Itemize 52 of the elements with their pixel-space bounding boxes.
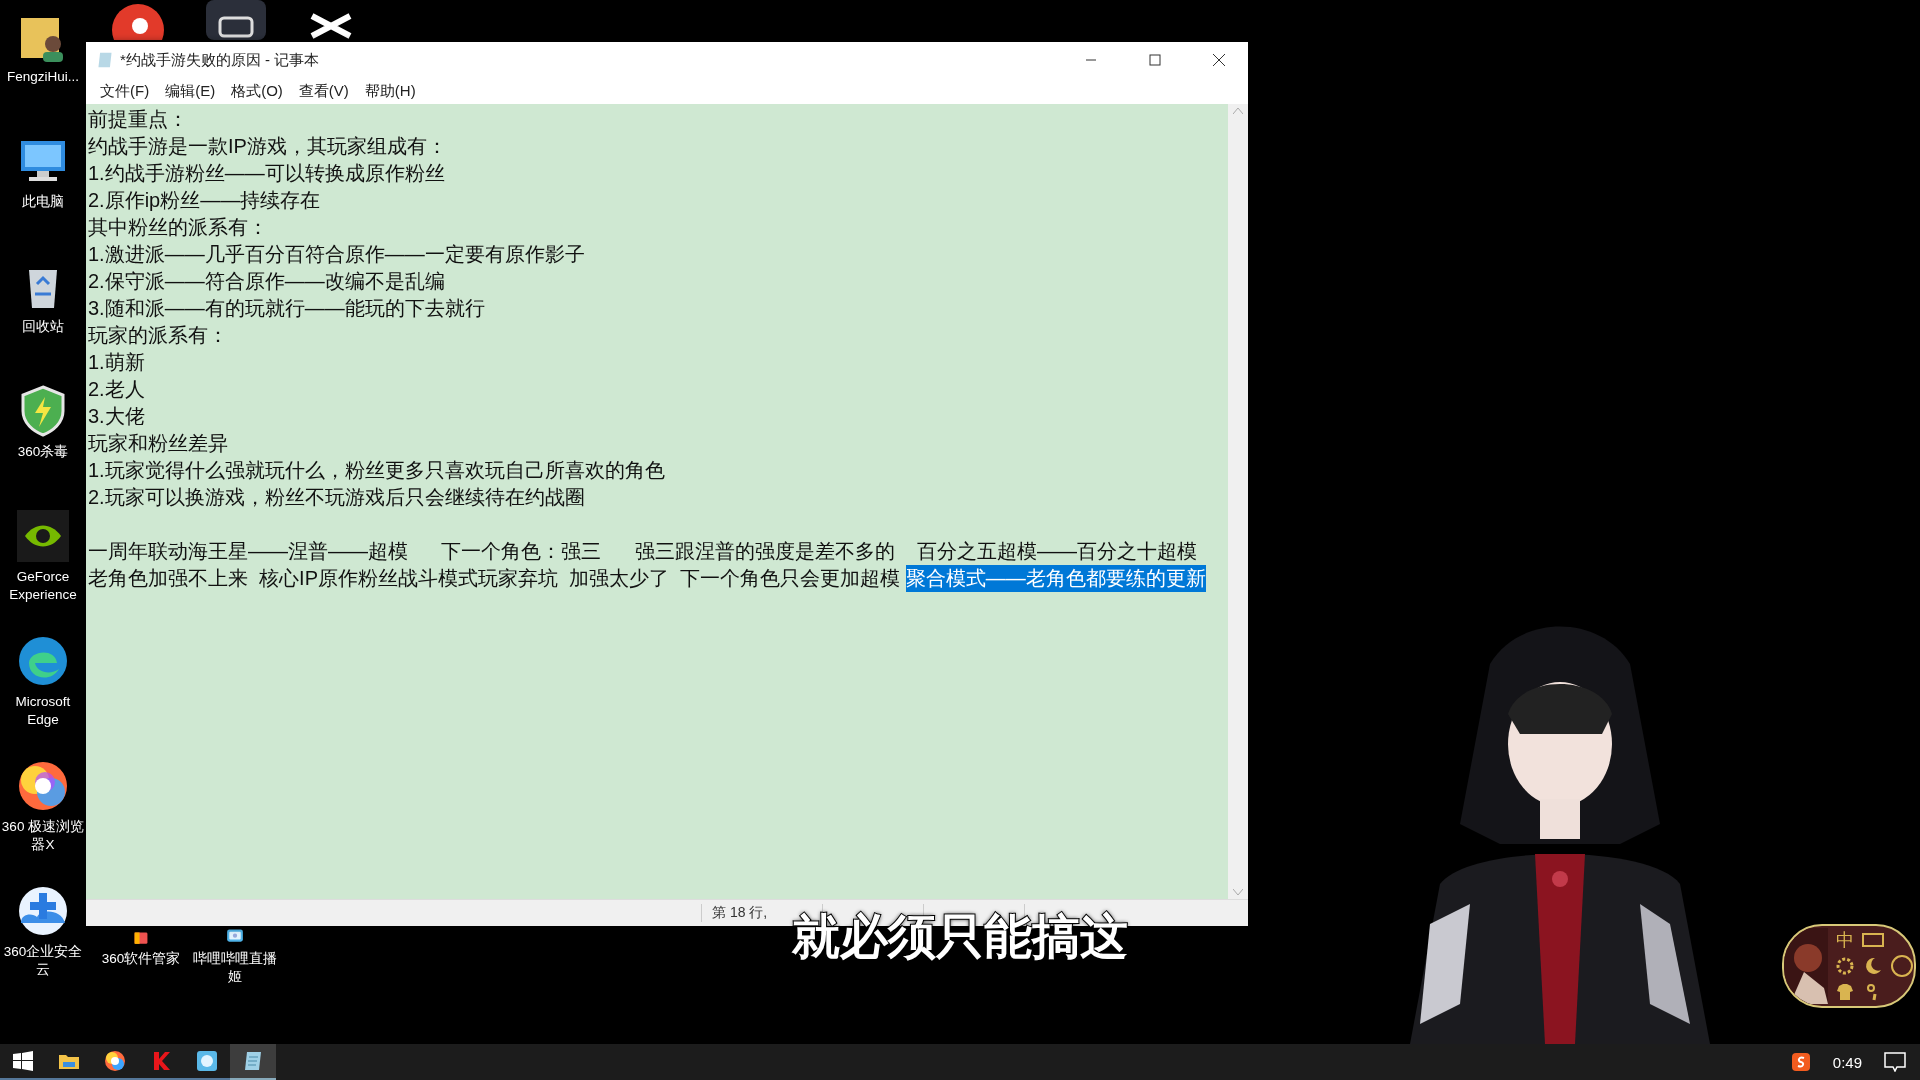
- desktop-icon-label[interactable]: 360杀毒: [17, 443, 69, 461]
- gear-icon[interactable]: [1835, 956, 1855, 976]
- desktop-icon-label[interactable]: Microsoft Edge: [1, 693, 85, 729]
- text-line: 老角色加强不上来 核心IP原作粉丝战斗模式玩家弃坑 加强太少了 下一个角色只会更加超模: [88, 566, 902, 591]
- selected-text: 聚合模式——老角色都要练的更新: [905, 565, 1206, 592]
- text-line: 一周年联动海王星——涅普——超模 下一个角色：强三 强三跟涅普的强度是差不多的 百分之五超模——百分之十超模: [88, 539, 1197, 564]
- eye-logo-icon: [15, 508, 71, 564]
- ime-toolbar[interactable]: 中: [1782, 924, 1916, 1008]
- windows-logo-icon: [12, 1050, 34, 1072]
- desktop-icon-label[interactable]: 此电脑: [22, 193, 64, 211]
- text-line: 1.萌新: [88, 350, 145, 375]
- text-line: 2.保守派——符合原作——改编不是乱编: [88, 269, 445, 294]
- text-line: 其中粉丝的派系有：: [88, 215, 268, 240]
- sogou-tray-icon[interactable]: [1790, 1052, 1811, 1072]
- menu-item[interactable]: 帮助(H): [356, 79, 424, 103]
- desktop-icon-label[interactable]: FengziHui...: [7, 68, 79, 86]
- maximize-icon: [1149, 54, 1161, 66]
- menu-item[interactable]: 格式(O): [223, 79, 291, 103]
- text-line: 3.大佬: [88, 404, 145, 429]
- window-title: *约战手游失败的原因 - 记事本: [120, 50, 321, 70]
- notepad-icon: [242, 1050, 264, 1072]
- close-icon: [1212, 53, 1226, 67]
- ime-mode-label[interactable]: 中: [1836, 928, 1854, 952]
- text-line: 约战手游是一款IP游戏，其玩家组成有：: [88, 134, 447, 159]
- text-line: 2.原作ip粉丝——持续存在: [88, 188, 321, 213]
- desktop-icon-label[interactable]: 360企业安全云: [1, 943, 85, 979]
- text-line: 前提重点：: [88, 107, 188, 132]
- desktop-icon-label[interactable]: 360软件管家: [101, 950, 181, 968]
- notepad-icon: [96, 51, 114, 69]
- moon-icon[interactable]: [1863, 956, 1883, 976]
- desktop-icon-label[interactable]: 哔哩哔哩直播姬: [193, 950, 277, 986]
- desktop-icon-label[interactable]: GeForce Experience: [1, 568, 85, 604]
- keyboard-icon[interactable]: [1862, 932, 1884, 948]
- shirt-icon[interactable]: [1835, 982, 1855, 1002]
- text-line: 2.玩家可以换游戏，粉丝不玩游戏后只会继续待在约战圈: [88, 485, 585, 510]
- menu-item[interactable]: 编辑(E): [157, 79, 224, 103]
- desktop-icon-label[interactable]: 回收站: [22, 318, 64, 336]
- tv-icon: [206, 0, 266, 40]
- text-line: 2.老人: [88, 377, 145, 402]
- clock[interactable]: 0:49: [1832, 1053, 1862, 1071]
- text-line: 3.随和派——有的玩就行——能玩的下去就行: [88, 296, 485, 321]
- swirl-logo-icon: [104, 1050, 126, 1072]
- notification-icon[interactable]: [1884, 1052, 1906, 1072]
- text-line: 玩家和粉丝差异: [88, 431, 228, 456]
- menu-item[interactable]: 查看(V): [290, 79, 357, 103]
- taskbar-button[interactable]: [230, 1044, 276, 1080]
- desktop-icon-label[interactable]: 360 极速浏览器X: [1, 818, 85, 854]
- text-line: 1.激进派——几乎百分百符合原作——一定要有原作影子: [88, 242, 585, 267]
- text-line: 1.玩家觉得什么强就玩什么，粉丝更多只喜欢玩自己所喜欢的角色: [88, 458, 665, 483]
- text-line: 1.约战手游粉丝——可以转换成原作粉丝: [88, 161, 445, 186]
- text-line: 玩家的派系有：: [88, 323, 228, 348]
- menu-item[interactable]: 文件(F): [92, 79, 158, 103]
